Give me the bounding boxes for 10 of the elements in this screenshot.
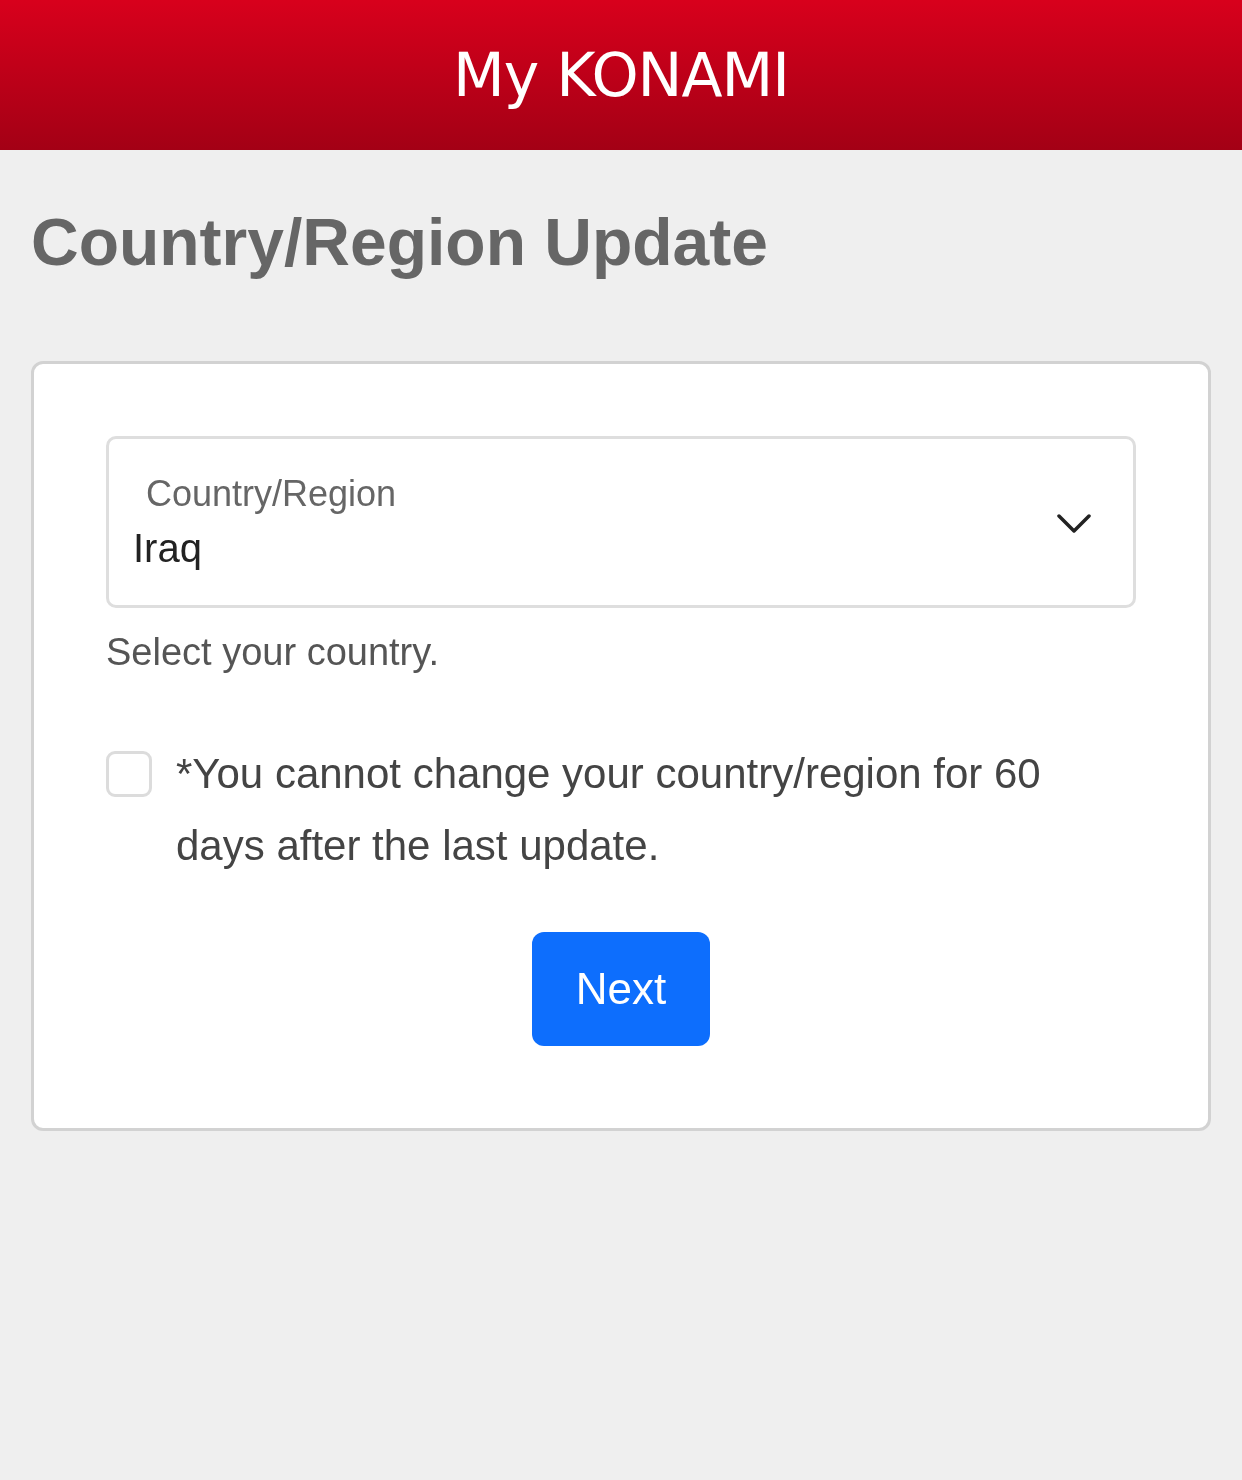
chevron-down-icon [1057,514,1091,534]
field-value: Iraq [133,525,203,572]
next-button[interactable]: Next [532,932,710,1046]
checkbox-label: *You cannot change your country/region for 60 days after the last update. [176,749,1042,871]
page-title: Country/Region Update [31,204,769,281]
checkbox[interactable] [106,751,152,797]
field-label: Country/Region [145,472,398,516]
logo[interactable]: My KONAMI [453,40,789,110]
help-text: Select your country. [106,630,440,675]
country-select[interactable]: Country/Region Iraq [106,436,1136,608]
